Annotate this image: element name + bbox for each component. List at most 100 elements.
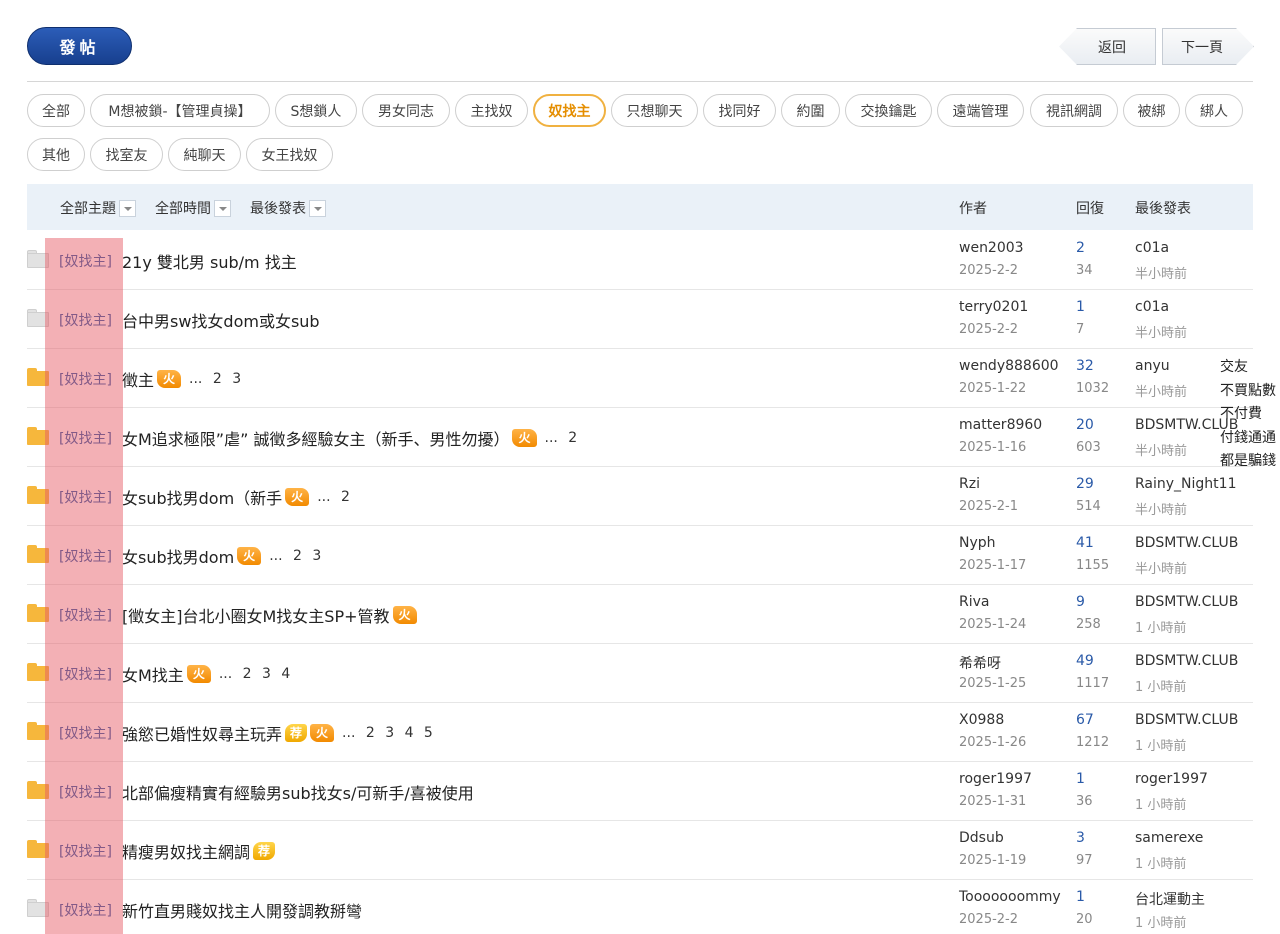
tag-remote-control[interactable]: 遠端管理	[937, 94, 1024, 127]
tag-queen-seek-slave[interactable]: 女王找奴	[246, 138, 333, 171]
tag-slave-seek-master[interactable]: 奴找主	[533, 94, 606, 127]
thread-replies[interactable]: 1	[1076, 299, 1085, 315]
tag-master-seek-slave[interactable]: 主找奴	[455, 94, 528, 127]
tag-m-locked[interactable]: M想被鎖-【管理貞操】	[90, 94, 270, 127]
filter-topics[interactable]: 全部主題	[60, 198, 136, 218]
thread-author[interactable]: terry0201	[959, 299, 1028, 315]
tag-key-exchange[interactable]: 交換鑰匙	[845, 94, 932, 127]
thread-author[interactable]: Ddsub	[959, 830, 1004, 846]
thread-author[interactable]: X0988	[959, 712, 1004, 728]
tag-pure-chat[interactable]: 純聊天	[168, 138, 241, 171]
thread-category[interactable]: [奴找主]	[59, 369, 112, 389]
thread-title[interactable]: 女M找主	[122, 662, 184, 686]
folder-hot-icon	[27, 722, 49, 740]
thread-category[interactable]: [奴找主]	[59, 251, 112, 271]
thread-date: 2025-1-22	[959, 381, 1027, 396]
thread-category[interactable]: [奴找主]	[59, 900, 112, 920]
thread-category[interactable]: [奴找主]	[59, 782, 112, 802]
thread-replies[interactable]: 67	[1076, 712, 1094, 728]
next-page-button[interactable]: 下一頁	[1162, 28, 1254, 65]
thread-last-user[interactable]: c01a	[1135, 240, 1169, 256]
thread-last-user[interactable]: BDSMTW.CLUB	[1135, 653, 1238, 669]
thread-replies[interactable]: 2	[1076, 240, 1085, 256]
thread-last-user[interactable]: samerexe	[1135, 830, 1203, 846]
thread-replies[interactable]: 29	[1076, 476, 1094, 492]
thread-category[interactable]: [奴找主]	[59, 310, 112, 330]
thread-pages[interactable]: ... 2 3	[269, 548, 321, 564]
thread-last-user[interactable]: BDSMTW.CLUB	[1135, 535, 1238, 551]
thread-author[interactable]: wen2003	[959, 240, 1024, 256]
thread-title[interactable]: 台中男sw找女dom或女sub	[122, 308, 320, 332]
thread-replies[interactable]: 49	[1076, 653, 1094, 669]
thread-category[interactable]: [奴找主]	[59, 664, 112, 684]
tag-tie-others[interactable]: 綁人	[1185, 94, 1243, 127]
tag-find-roommate[interactable]: 找室友	[90, 138, 163, 171]
thread-author[interactable]: Nyph	[959, 535, 996, 551]
thread-last-user[interactable]: Rainy_Night11	[1135, 476, 1236, 492]
tag-other[interactable]: 其他	[27, 138, 85, 171]
thread-pages[interactable]: ... 2	[545, 430, 578, 446]
tag-gay-lesbian[interactable]: 男女同志	[362, 94, 450, 127]
thread-category[interactable]: [奴找主]	[59, 546, 112, 566]
thread-replies[interactable]: 1	[1076, 889, 1085, 905]
tag-s-lock[interactable]: S想鎖人	[275, 94, 357, 127]
thread-author[interactable]: Tooooooommy	[959, 889, 1061, 905]
back-button[interactable]: 返回	[1059, 28, 1156, 65]
thread-author[interactable]: 希希呀	[959, 653, 1001, 673]
thread-row: [奴找主] 女sub找男dom 火 ... 2 3 Nyph 2025-1-17 41 115…	[27, 526, 1253, 585]
tag-video-training[interactable]: 視訊網調	[1030, 94, 1118, 127]
thread-replies[interactable]: 9	[1076, 594, 1085, 610]
thread-title[interactable]: 精瘦男奴找主網調	[122, 839, 250, 863]
thread-title[interactable]: 女sub找男dom	[122, 544, 234, 568]
tag-find-peers[interactable]: 找同好	[703, 94, 776, 127]
post-button[interactable]: 發帖	[27, 27, 132, 65]
thread-category[interactable]: [奴找主]	[59, 428, 112, 448]
thread-author[interactable]: roger1997	[959, 771, 1032, 787]
thread-title-wrap: 21y 雙北男 sub/m 找主	[122, 249, 297, 273]
thread-date: 2025-1-16	[959, 440, 1027, 455]
thread-title[interactable]: 徵主	[122, 367, 154, 391]
tag-all[interactable]: 全部	[27, 94, 85, 127]
filter-time[interactable]: 全部時間	[155, 198, 231, 218]
thread-category[interactable]: [奴找主]	[59, 841, 112, 861]
thread-last-user[interactable]: anyu	[1135, 358, 1170, 374]
thread-replies[interactable]: 3	[1076, 830, 1085, 846]
thread-replies[interactable]: 20	[1076, 417, 1094, 433]
thread-pages[interactable]: ... 2 3 4	[219, 666, 290, 682]
thread-author[interactable]: matter8960	[959, 417, 1042, 433]
tag-chat-only[interactable]: 只想聊天	[611, 94, 698, 127]
thread-pages[interactable]: ... 2 3	[189, 371, 241, 387]
thread-last-user[interactable]: roger1997	[1135, 771, 1208, 787]
thread-last-time: 1 小時前	[1135, 621, 1187, 636]
thread-views: 1155	[1076, 558, 1110, 573]
thread-pages[interactable]: ... 2 3 4 5	[342, 725, 433, 741]
thread-last-user[interactable]: c01a	[1135, 299, 1169, 315]
thread-last-user[interactable]: 台北運動主	[1135, 889, 1205, 909]
thread-author[interactable]: Riva	[959, 594, 989, 610]
thread-title[interactable]: 女M追求極限”虐” 誠徵多經驗女主（新手、男性勿擾）	[122, 426, 509, 450]
thread-replies[interactable]: 32	[1076, 358, 1094, 374]
thread-last-user[interactable]: BDSMTW.CLUB	[1135, 594, 1238, 610]
thread-category[interactable]: [奴找主]	[59, 605, 112, 625]
thread-category[interactable]: [奴找主]	[59, 723, 112, 743]
thread-title[interactable]: 新竹直男賤奴找主人開發調教掰彎	[122, 898, 362, 922]
thread-last-time: 1 小時前	[1135, 739, 1187, 754]
thread-pages[interactable]: ... 2	[317, 489, 350, 505]
tag-meetup[interactable]: 約圍	[781, 94, 840, 127]
thread-title[interactable]: [徵女主]台北小圈女M找女主SP+管教	[122, 603, 390, 627]
thread-title[interactable]: 北部偏瘦精實有經驗男sub找女s/可新手/喜被使用	[122, 780, 474, 804]
thread-title[interactable]: 21y 雙北男 sub/m 找主	[122, 249, 297, 273]
tag-be-tied[interactable]: 被綁	[1123, 94, 1180, 127]
filter-sort[interactable]: 最後發表	[250, 198, 326, 218]
thread-title[interactable]: 女sub找男dom（新手	[122, 485, 282, 509]
thread-date: 2025-1-26	[959, 735, 1027, 750]
thread-replies[interactable]: 1	[1076, 771, 1085, 787]
thread-date: 2025-2-2	[959, 263, 1019, 278]
thread-last-user[interactable]: BDSMTW.CLUB	[1135, 712, 1238, 728]
thread-author[interactable]: wendy888600	[959, 358, 1059, 374]
thread-category[interactable]: [奴找主]	[59, 487, 112, 507]
chevron-down-icon	[119, 199, 136, 217]
thread-author[interactable]: Rzi	[959, 476, 980, 492]
thread-replies[interactable]: 41	[1076, 535, 1094, 551]
thread-title[interactable]: 強慾已婚性奴尋主玩弄	[122, 721, 282, 745]
